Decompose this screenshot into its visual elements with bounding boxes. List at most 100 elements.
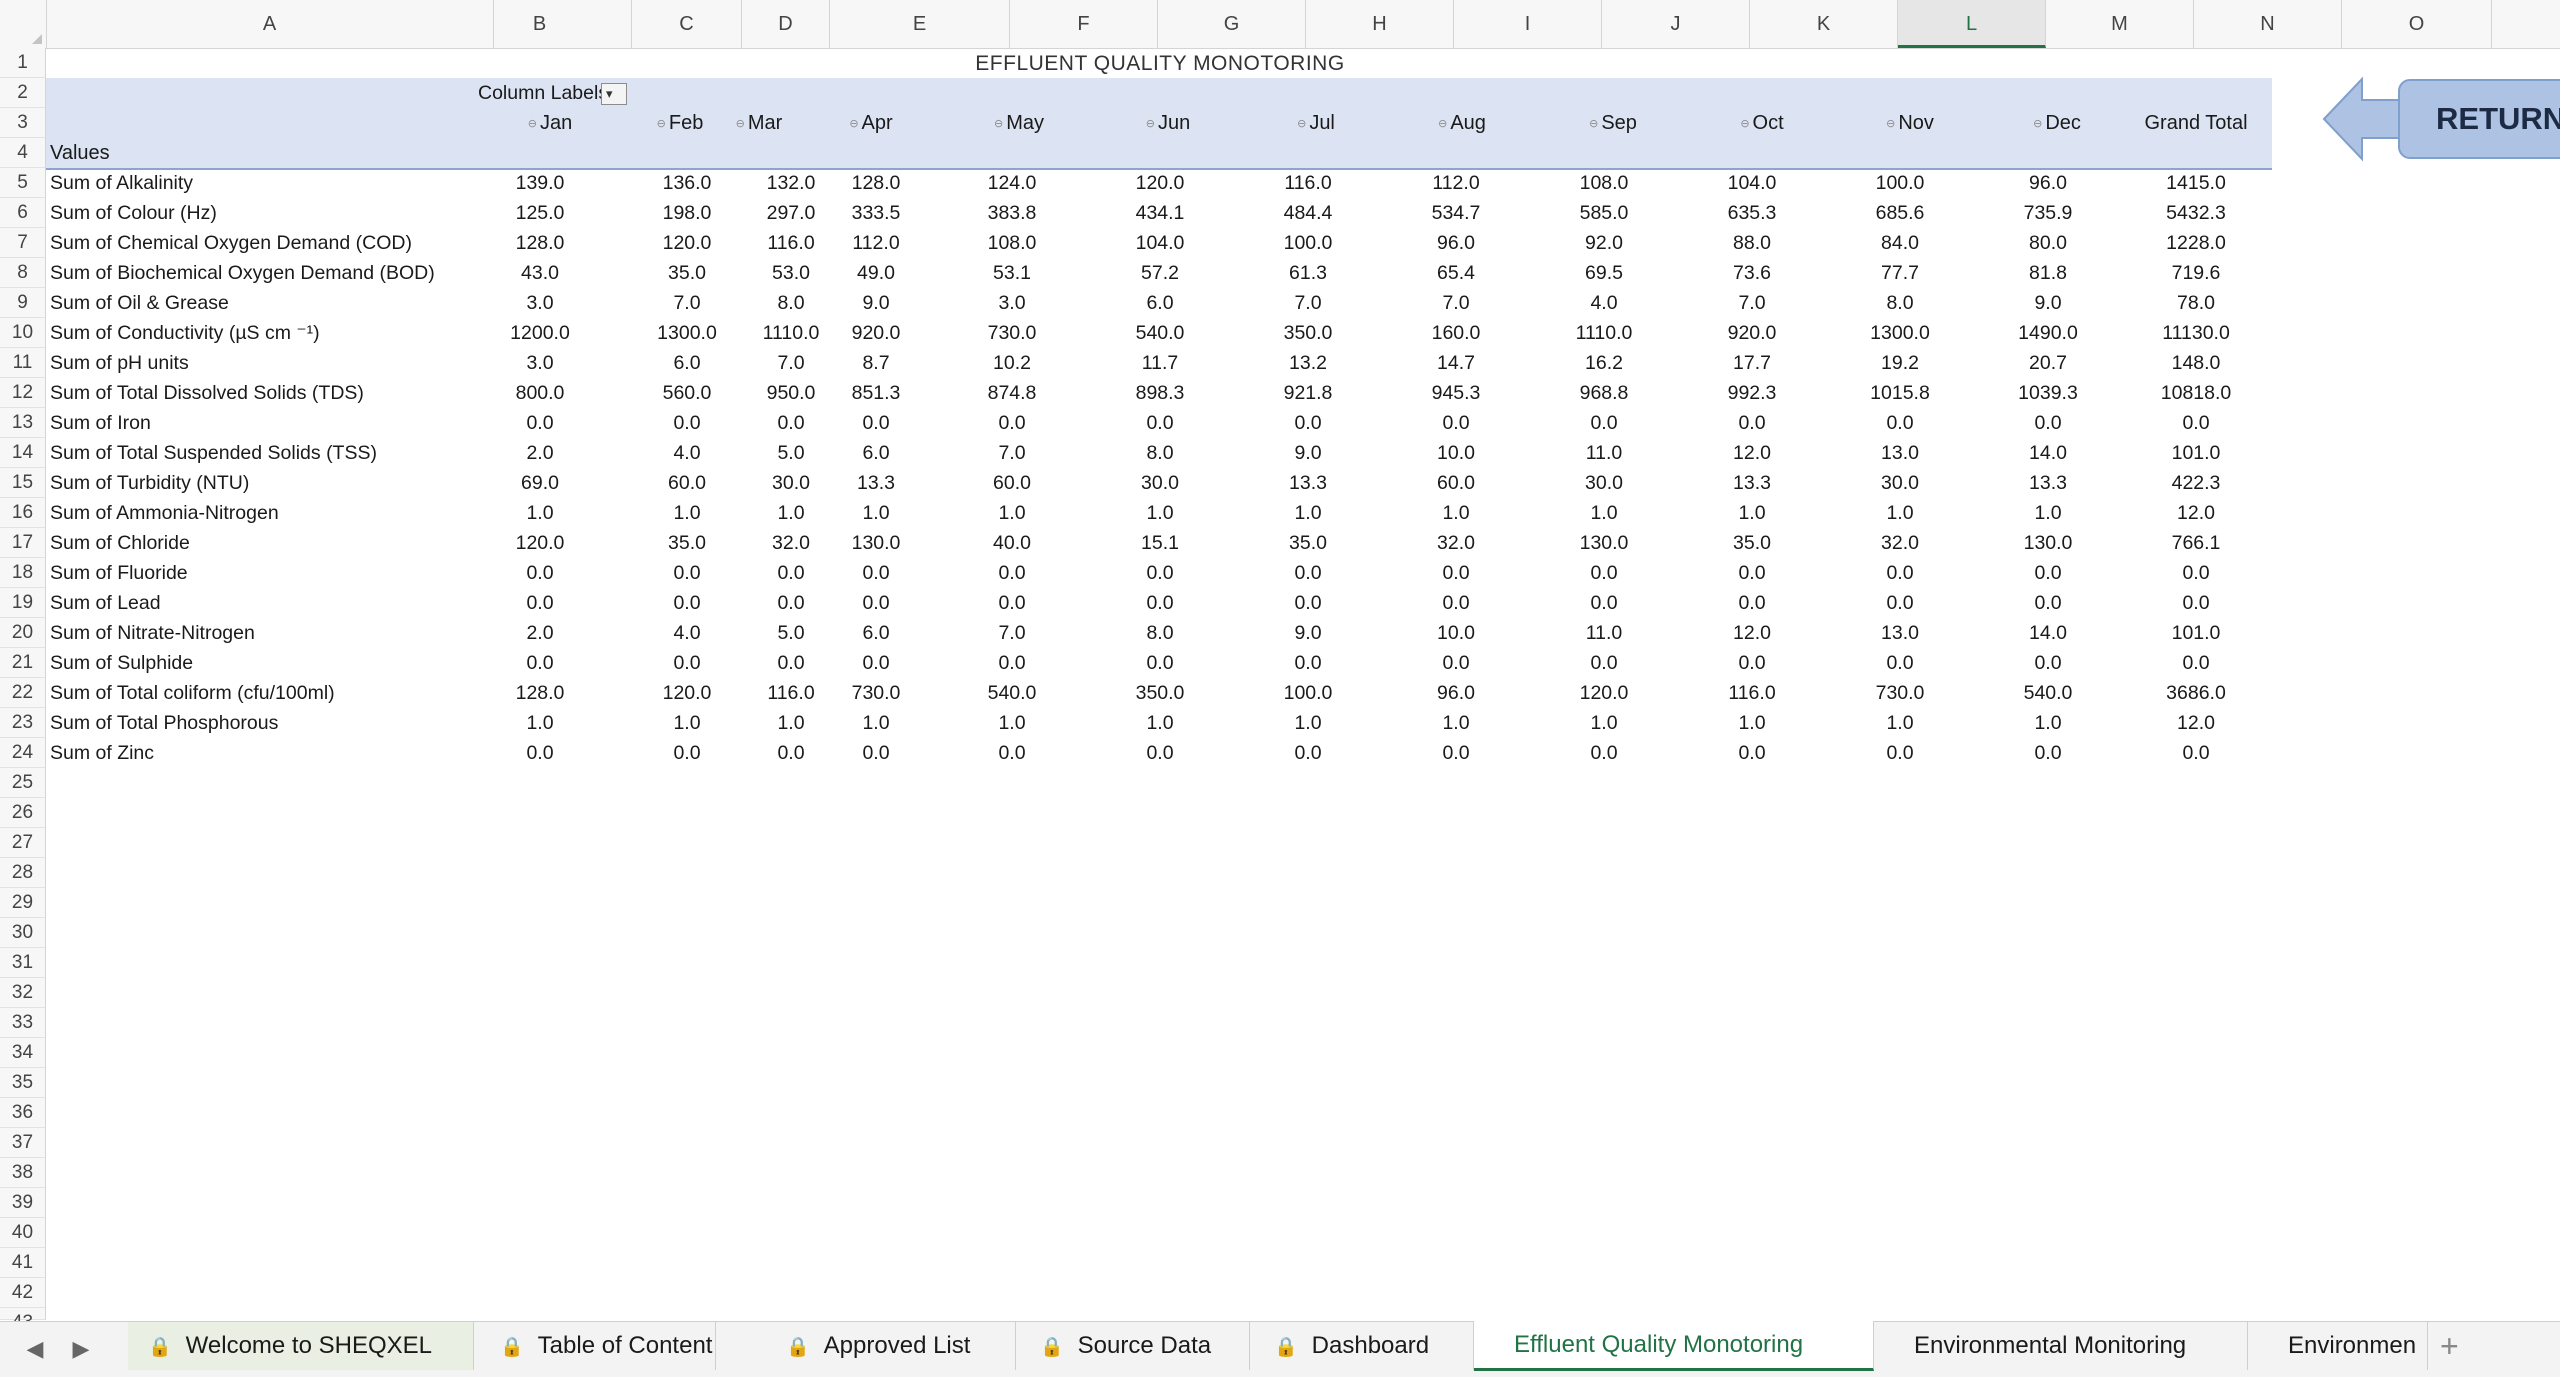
value-cell[interactable]: 1300.0 (1838, 318, 1962, 348)
column-header-a[interactable]: A (46, 0, 494, 48)
row-header[interactable]: 7 (0, 228, 46, 258)
sheet-tab[interactable]: 🔒 Table of Content (480, 1322, 716, 1370)
row-header[interactable]: 37 (0, 1128, 46, 1158)
value-cell[interactable]: 0.0 (950, 738, 1074, 768)
left-arrow-icon[interactable] (2322, 76, 2402, 162)
value-cell[interactable]: 120.0 (478, 528, 602, 558)
value-cell[interactable]: 160.0 (1394, 318, 1518, 348)
value-cell[interactable]: 53.1 (950, 258, 1074, 288)
value-cell[interactable]: 20.7 (1986, 348, 2110, 378)
value-cell[interactable]: 1.0 (1690, 498, 1814, 528)
value-cell[interactable]: 1.0 (1394, 708, 1518, 738)
value-cell[interactable]: 12.0 (1690, 618, 1814, 648)
value-cell[interactable]: 0.0 (1986, 408, 2110, 438)
row-label[interactable]: Sum of Sulphide (50, 648, 193, 678)
value-cell[interactable]: 3.0 (478, 348, 602, 378)
value-cell[interactable]: 0.0 (478, 588, 602, 618)
grand-total-cell[interactable]: 422.3 (2120, 468, 2272, 498)
value-cell[interactable]: 0.0 (1098, 408, 1222, 438)
value-cell[interactable]: 32.0 (1838, 528, 1962, 558)
grand-total-cell[interactable]: 5432.3 (2120, 198, 2272, 228)
value-cell[interactable]: 730.0 (950, 318, 1074, 348)
row-header[interactable]: 41 (0, 1248, 46, 1278)
value-cell[interactable]: 6.0 (1098, 288, 1222, 318)
month-header[interactable]: ⊖ Jul (1276, 108, 1356, 138)
value-cell[interactable]: 108.0 (1542, 168, 1666, 198)
row-header[interactable]: 1 (0, 48, 46, 78)
value-cell[interactable]: 0.0 (1246, 738, 1370, 768)
value-cell[interactable]: 49.0 (830, 258, 922, 288)
value-cell[interactable]: 4.0 (1542, 288, 1666, 318)
next-sheet-icon[interactable]: ▶ (66, 1334, 96, 1364)
row-header[interactable]: 5 (0, 168, 46, 198)
row-header[interactable]: 10 (0, 318, 46, 348)
value-cell[interactable]: 0.0 (1986, 648, 2110, 678)
value-cell[interactable]: 13.3 (1690, 468, 1814, 498)
value-cell[interactable]: 11.0 (1542, 618, 1666, 648)
value-cell[interactable]: 30.0 (1098, 468, 1222, 498)
value-cell[interactable]: 1039.3 (1986, 378, 2110, 408)
column-header-c[interactable]: C (632, 0, 742, 48)
value-cell[interactable]: 434.1 (1098, 198, 1222, 228)
value-cell[interactable]: 116.0 (1690, 678, 1814, 708)
value-cell[interactable]: 60.0 (950, 468, 1074, 498)
row-header[interactable]: 20 (0, 618, 46, 648)
value-cell[interactable]: 139.0 (478, 168, 602, 198)
value-cell[interactable]: 800.0 (478, 378, 602, 408)
value-cell[interactable]: 128.0 (830, 168, 922, 198)
value-cell[interactable]: 1.0 (1394, 498, 1518, 528)
value-cell[interactable]: 0.0 (1246, 408, 1370, 438)
value-cell[interactable]: 96.0 (1394, 678, 1518, 708)
row-header[interactable]: 42 (0, 1278, 46, 1308)
row-header[interactable]: 29 (0, 888, 46, 918)
grand-total-cell[interactable]: 1415.0 (2120, 168, 2272, 198)
value-cell[interactable]: 0.0 (950, 408, 1074, 438)
value-cell[interactable]: 7.0 (1690, 288, 1814, 318)
sheet-tab[interactable]: Environmental Monitoring (1874, 1322, 2248, 1370)
value-cell[interactable]: 0.0 (1394, 558, 1518, 588)
month-header[interactable]: ⊖ Jan (510, 108, 590, 138)
value-cell[interactable]: 350.0 (1246, 318, 1370, 348)
value-cell[interactable]: 1.0 (1986, 498, 2110, 528)
value-cell[interactable]: 0.0 (1838, 408, 1962, 438)
value-cell[interactable]: 16.2 (1542, 348, 1666, 378)
sheet-tab[interactable]: 🔒 Approved List (766, 1322, 1016, 1370)
value-cell[interactable]: 81.8 (1986, 258, 2110, 288)
row-label[interactable]: Sum of pH units (50, 348, 189, 378)
row-header[interactable]: 19 (0, 588, 46, 618)
value-cell[interactable]: 108.0 (950, 228, 1074, 258)
value-cell[interactable]: 100.0 (1246, 678, 1370, 708)
value-cell[interactable]: 0.0 (1542, 408, 1666, 438)
value-cell[interactable]: 12.0 (1690, 438, 1814, 468)
collapse-icon[interactable]: ⊖ (1297, 118, 1306, 130)
collapse-icon[interactable]: ⊖ (1589, 118, 1598, 130)
value-cell[interactable]: 1110.0 (1542, 318, 1666, 348)
select-all-corner[interactable] (0, 0, 47, 48)
value-cell[interactable]: 104.0 (1690, 168, 1814, 198)
value-cell[interactable]: 333.5 (830, 198, 922, 228)
collapse-icon[interactable]: ⊖ (657, 118, 666, 130)
column-header-i[interactable]: I (1454, 0, 1602, 48)
row-header[interactable]: 23 (0, 708, 46, 738)
row-header[interactable]: 28 (0, 858, 46, 888)
value-cell[interactable]: 112.0 (1394, 168, 1518, 198)
value-cell[interactable]: 0.0 (950, 648, 1074, 678)
value-cell[interactable]: 1.0 (1246, 708, 1370, 738)
value-cell[interactable]: 8.0 (1838, 288, 1962, 318)
value-cell[interactable]: 851.3 (830, 378, 922, 408)
value-cell[interactable]: 14.0 (1986, 438, 2110, 468)
grand-total-cell[interactable]: 78.0 (2120, 288, 2272, 318)
value-cell[interactable]: 100.0 (1838, 168, 1962, 198)
value-cell[interactable]: 7.0 (950, 438, 1074, 468)
value-cell[interactable]: 0.0 (1246, 648, 1370, 678)
value-cell[interactable]: 13.0 (1838, 618, 1962, 648)
value-cell[interactable]: 130.0 (1986, 528, 2110, 558)
sheet-tab[interactable]: 🔒 Welcome to SHEQXEL (128, 1322, 474, 1370)
row-label[interactable]: Sum of Turbidity (NTU) (50, 468, 249, 498)
value-cell[interactable]: 1.0 (830, 498, 922, 528)
value-cell[interactable]: 735.9 (1986, 198, 2110, 228)
value-cell[interactable]: 0.0 (478, 738, 602, 768)
value-cell[interactable]: 69.5 (1542, 258, 1666, 288)
column-header-n[interactable]: N (2194, 0, 2342, 48)
value-cell[interactable]: 14.0 (1986, 618, 2110, 648)
